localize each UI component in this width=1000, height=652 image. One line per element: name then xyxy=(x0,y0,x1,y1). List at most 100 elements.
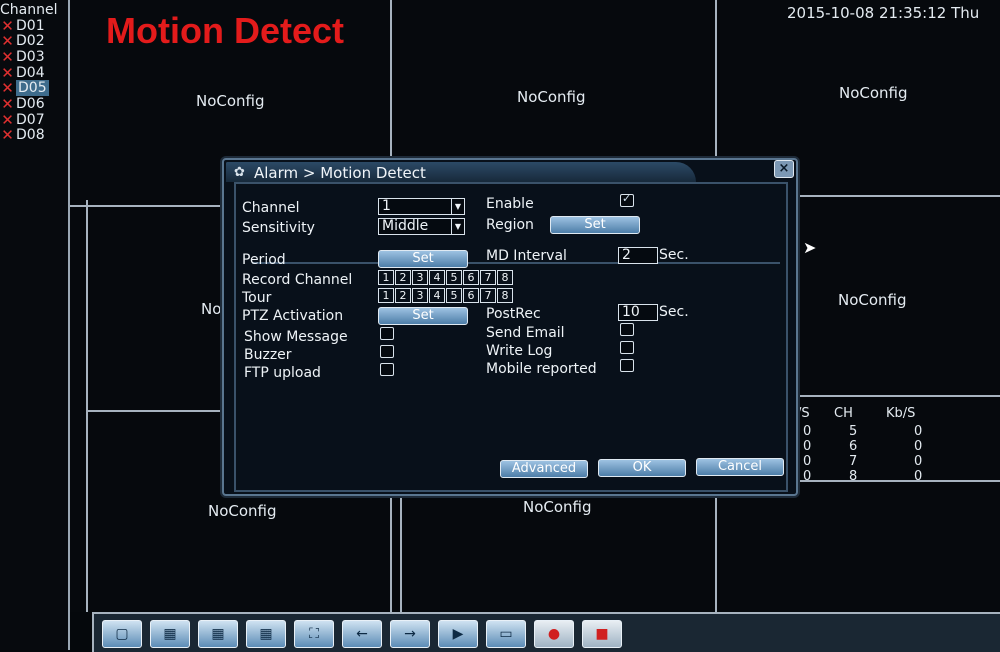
toolbar-button[interactable]: ▭ xyxy=(486,620,526,648)
tour-channel-selector[interactable]: 12345678 xyxy=(378,288,514,303)
stats-header: Kb/S xyxy=(886,406,916,421)
toolbar-button[interactable]: ▦ xyxy=(246,620,286,648)
channel-item-label: D08 xyxy=(16,127,45,144)
stop-record-icon: ■ xyxy=(595,626,609,642)
sensitivity-select-value: Middle xyxy=(382,218,429,234)
no-signal-icon: ✕ xyxy=(1,126,14,145)
channel-number-toggle[interactable]: 2 xyxy=(395,288,411,303)
mobile-reported-checkbox[interactable] xyxy=(620,359,634,372)
channel-item[interactable]: ✕ D03 xyxy=(0,48,44,66)
advanced-button[interactable]: Advanced xyxy=(500,460,588,478)
dialog-titlebar[interactable]: ✿ Alarm > Motion Detect xyxy=(226,162,696,182)
buzzer-checkbox[interactable] xyxy=(380,345,394,358)
channel-number-toggle[interactable]: 8 xyxy=(497,270,513,285)
md-interval-input[interactable]: 2 xyxy=(618,247,658,264)
ptz-activation-label: PTZ Activation xyxy=(242,308,344,324)
channel-item-label: D05 xyxy=(16,80,49,97)
toolbar-button[interactable]: ▦ xyxy=(198,620,238,648)
stats-cell: 0 xyxy=(914,439,923,454)
stats-header: CH xyxy=(834,406,853,421)
channel-item-label: D01 xyxy=(16,17,45,34)
grid-divider xyxy=(86,410,236,412)
channel-number-toggle[interactable]: 7 xyxy=(480,288,496,303)
cancel-button[interactable]: Cancel xyxy=(696,458,784,476)
channel-number-toggle[interactable]: 1 xyxy=(378,270,394,285)
toolbar-button[interactable]: ▢ xyxy=(102,620,142,648)
show-message-checkbox[interactable] xyxy=(380,327,394,340)
stats-header: /S xyxy=(797,406,810,421)
stats-cell: 0 xyxy=(803,439,812,454)
stats-cell: 0 xyxy=(914,454,923,469)
enable-checkbox[interactable] xyxy=(620,192,634,207)
ptz-set-button[interactable]: Set xyxy=(378,307,468,325)
channel-select[interactable]: 1 ▼ xyxy=(378,198,465,215)
stats-cell: 0 xyxy=(914,424,923,439)
motion-detect-overlay-title: Motion Detect xyxy=(106,10,344,51)
motion-detect-dialog: ✿ Alarm > Motion Detect × Channel 1 ▼ En… xyxy=(222,158,798,496)
channel-number-toggle[interactable]: 3 xyxy=(412,288,428,303)
toolbar-button[interactable]: ▦ xyxy=(150,620,190,648)
noconfig-label: NoConfig xyxy=(208,502,277,520)
single-view-icon: ▢ xyxy=(115,626,129,642)
md-interval-label: MD Interval xyxy=(486,248,567,264)
channel-number-toggle[interactable]: 5 xyxy=(446,270,462,285)
alarm-icon: ✿ xyxy=(234,165,245,180)
channel-item[interactable]: ✕ D07 xyxy=(0,111,44,129)
channel-number-toggle[interactable]: 6 xyxy=(463,270,479,285)
stats-cell: 0 xyxy=(803,424,812,439)
send-email-label: Send Email xyxy=(486,325,565,341)
channel-item[interactable]: ✕ D02 xyxy=(0,32,44,50)
toolbar-button[interactable]: ■ xyxy=(582,620,622,648)
stats-cell: 7 xyxy=(849,454,858,469)
toolbar-button[interactable]: → xyxy=(390,620,430,648)
enable-label: Enable xyxy=(486,196,534,212)
channel-number-toggle[interactable]: 3 xyxy=(412,270,428,285)
stats-cell: 0 xyxy=(803,469,812,484)
tour-label: Tour xyxy=(242,290,272,306)
sixteen-view-icon: ▦ xyxy=(259,626,273,642)
channel-label: Channel xyxy=(242,200,300,216)
send-email-checkbox[interactable] xyxy=(620,323,634,336)
stats-cell: 6 xyxy=(849,439,858,454)
channel-number-toggle[interactable]: 6 xyxy=(463,288,479,303)
region-set-button[interactable]: Set xyxy=(550,216,640,234)
channel-item[interactable]: ✕ D08 xyxy=(0,126,45,145)
channel-item[interactable]: ✕ D06 xyxy=(0,95,45,113)
channel-number-toggle[interactable]: 4 xyxy=(429,270,445,285)
close-button[interactable]: × xyxy=(774,160,794,178)
period-set-button[interactable]: Set xyxy=(378,250,468,268)
channel-number-toggle[interactable]: 7 xyxy=(480,270,496,285)
channel-number-toggle[interactable]: 4 xyxy=(429,288,445,303)
grid-divider xyxy=(800,395,1000,397)
channel-number-toggle[interactable]: 5 xyxy=(446,288,462,303)
channel-number-toggle[interactable]: 2 xyxy=(395,270,411,285)
channel-item[interactable]: ✕ D04 xyxy=(0,64,44,82)
stats-cell: 0 xyxy=(803,454,812,469)
write-log-label: Write Log xyxy=(486,343,553,359)
postrec-input[interactable]: 10 xyxy=(618,304,658,321)
region-label: Region xyxy=(486,217,534,233)
noconfig-label: NoConfig xyxy=(523,498,592,516)
postrec-unit: Sec. xyxy=(659,304,689,320)
record-channel-selector[interactable]: 12345678 xyxy=(378,270,514,285)
toolbar-button[interactable]: ← xyxy=(342,620,382,648)
fullscreen-icon: ⛶ xyxy=(309,626,319,642)
ok-button[interactable]: OK xyxy=(598,459,686,477)
ftp-upload-checkbox[interactable] xyxy=(380,363,394,376)
toolbar-button[interactable]: ⛶ xyxy=(294,620,334,648)
channel-item-label: D06 xyxy=(16,96,45,112)
mouse-cursor-icon: ➤ xyxy=(803,238,817,257)
sensitivity-select[interactable]: Middle ▼ xyxy=(378,218,465,235)
channel-item[interactable]: ✕ D01 xyxy=(0,17,45,35)
write-log-checkbox[interactable] xyxy=(620,341,634,354)
quad-view-icon: ▦ xyxy=(163,626,177,642)
toolbar-button[interactable]: ● xyxy=(534,620,574,648)
noconfig-label: NoConfig xyxy=(838,291,907,309)
toolbar-button[interactable]: ▶ xyxy=(438,620,478,648)
noconfig-label: NoConfig xyxy=(839,84,908,102)
nine-view-icon: ▦ xyxy=(211,626,225,642)
channel-number-toggle[interactable]: 8 xyxy=(497,288,513,303)
stats-cell: 8 xyxy=(849,469,858,484)
channel-item[interactable]: ✕ D05 xyxy=(0,79,49,97)
channel-number-toggle[interactable]: 1 xyxy=(378,288,394,303)
